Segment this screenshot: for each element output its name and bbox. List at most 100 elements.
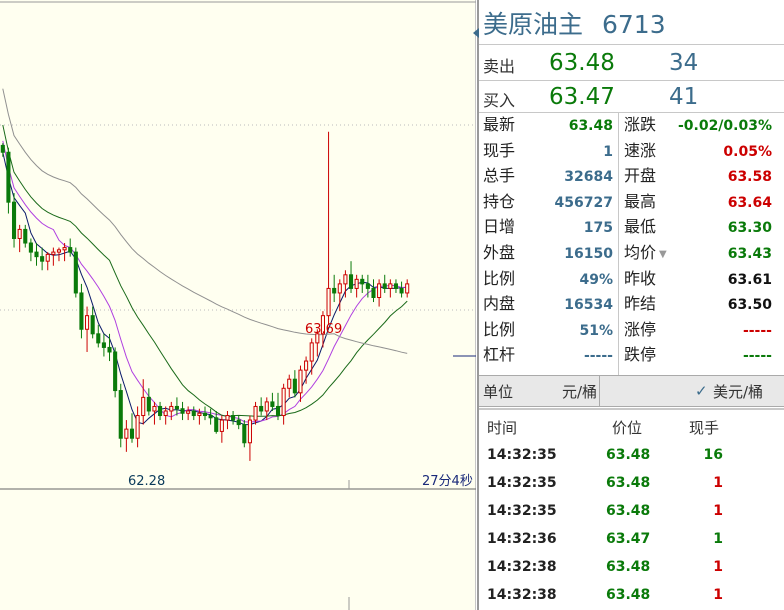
collapse-arrow-icon[interactable] — [473, 28, 479, 38]
candle-body — [225, 415, 230, 421]
kline-chart-panel[interactable]: 63.69 62.28 27分4秒 — [0, 0, 476, 610]
trade-price: 63.48 — [606, 475, 651, 491]
stat-value: 51% — [579, 322, 613, 339]
candle-body — [68, 247, 73, 253]
stat-label: 总手 — [483, 166, 516, 186]
ma60-line — [2, 88, 408, 354]
stat-label: 比例 — [483, 319, 516, 339]
candle-body — [236, 419, 241, 426]
candle-body — [332, 287, 337, 294]
candle-body — [113, 351, 118, 392]
candle-body — [118, 390, 123, 439]
trade-price: 63.48 — [606, 503, 651, 519]
check-icon[interactable]: ✓ — [695, 384, 708, 399]
stat-value: 16534 — [564, 297, 613, 314]
stat-label: 速涨 — [624, 140, 657, 160]
stat-label: 最新 — [483, 115, 516, 134]
candle-body — [393, 283, 399, 289]
stat-value: 175 — [583, 220, 613, 237]
quote-title-row: 美原油主 6713 — [473, 0, 784, 45]
candle-body — [202, 412, 208, 417]
quote-panel: 美原油主 6713 卖出 63.48 34 买入 63.47 41 最新 63.4… — [473, 0, 784, 610]
stat-value: 63.50 — [727, 297, 772, 314]
stat-label: 日增 — [483, 217, 516, 237]
trade-time: 14:32:36 — [487, 531, 557, 547]
candle-body — [247, 419, 252, 444]
stat-value: ----- — [742, 348, 772, 365]
dropdown-icon[interactable]: ▼ — [659, 250, 667, 260]
ma5-line — [2, 152, 408, 426]
stat-value: 63.43 — [727, 246, 772, 262]
stat-value: ----- — [742, 322, 772, 339]
candle-body — [354, 278, 359, 289]
candle-body — [219, 419, 224, 432]
stat-label: 涨停 — [624, 319, 657, 339]
candle-body — [281, 387, 286, 417]
stat-value: ----- — [583, 348, 613, 365]
buy-price: 63.47 — [549, 84, 615, 110]
stat-label: 现手 — [483, 140, 516, 160]
candle-body — [242, 424, 247, 444]
stat-value: 63.61 — [727, 271, 772, 288]
stat-value: 63.64 — [727, 194, 772, 211]
candle-body — [101, 342, 106, 348]
candle-body — [214, 417, 219, 432]
currency-unit-toggle[interactable]: 美元/桶 — [713, 385, 763, 400]
unit-row: 单位 元/桶 ✓ 美元/桶 — [479, 375, 784, 407]
trade-list[interactable]: 时间 价位 现手 14:32:35 63.48 16 14:32:35 63.48 1 14… — [479, 408, 784, 610]
candle-body — [45, 253, 50, 262]
chart-time-label: 27分4秒 — [422, 474, 473, 489]
ma20-line — [2, 124, 408, 418]
stat-label: 持仓 — [483, 191, 516, 211]
trade-header-volume: 现手 — [689, 419, 720, 437]
candle-body — [365, 283, 370, 289]
candle-body — [371, 287, 376, 298]
instrument-name: 美原油主 — [483, 10, 584, 39]
candle-body — [360, 278, 365, 285]
candle-body — [23, 228, 28, 244]
candle-body — [34, 251, 39, 258]
trade-price: 63.48 — [606, 559, 651, 575]
candle-body — [85, 315, 90, 330]
candle-body — [129, 428, 135, 439]
candle-body — [292, 378, 297, 394]
candle-body — [11, 201, 17, 239]
sell-volume: 34 — [669, 50, 699, 76]
buy-label: 买入 — [483, 91, 516, 110]
candle-body — [28, 242, 33, 253]
stat-label: 最高 — [624, 191, 657, 211]
candle-body — [377, 283, 382, 299]
trade-header-time: 时间 — [487, 419, 518, 437]
candle-body — [141, 396, 146, 417]
trade-volume: 1 — [713, 559, 723, 575]
candle-body — [163, 410, 168, 417]
stat-label: 内盘 — [483, 294, 516, 314]
candle-body — [275, 405, 281, 417]
stats-divider — [618, 113, 619, 375]
trade-time: 14:32:35 — [487, 503, 557, 519]
candle-body — [231, 415, 236, 421]
candle-body — [298, 369, 303, 394]
candle-body — [0, 144, 5, 153]
candle-body — [169, 405, 174, 412]
candle-body — [124, 428, 129, 439]
buy-volume: 41 — [669, 84, 699, 110]
candle-body — [186, 410, 191, 414]
candle-body — [180, 408, 185, 414]
kline-chart[interactable]: 63.69 62.28 27分4秒 — [0, 0, 476, 610]
trade-volume: 16 — [703, 447, 723, 463]
stat-label: 杠杆 — [483, 345, 516, 365]
candle-body — [253, 405, 258, 421]
chart-high-label: 63.69 — [305, 322, 342, 337]
stat-label: 涨跌 — [624, 115, 657, 134]
candle-body — [399, 287, 404, 294]
trade-volume: 1 — [713, 475, 723, 491]
trade-price: 63.48 — [606, 587, 651, 603]
stat-label: 最低 — [624, 217, 657, 237]
candle-body — [90, 315, 95, 335]
candle-body — [309, 342, 314, 362]
stat-label: 均价 — [624, 243, 657, 262]
chart-low-label: 62.28 — [128, 474, 165, 489]
candle-body — [348, 274, 354, 289]
candle-body — [51, 251, 56, 255]
